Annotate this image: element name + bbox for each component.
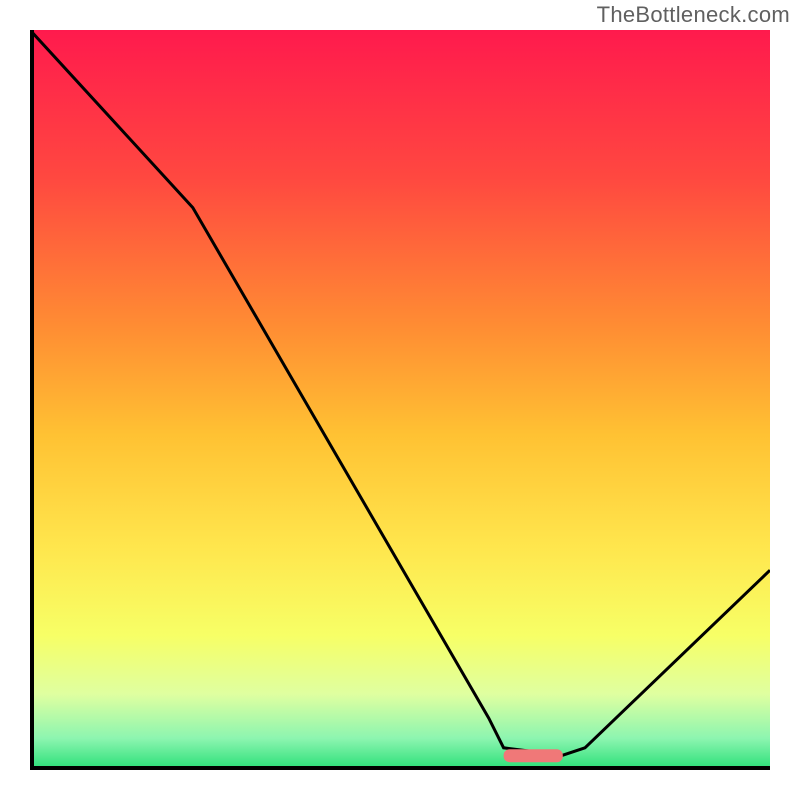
optimum-marker	[504, 749, 563, 762]
gradient-background	[32, 30, 770, 768]
bottleneck-chart	[30, 30, 770, 770]
watermark-text: TheBottleneck.com	[597, 2, 790, 28]
chart-container: TheBottleneck.com	[0, 0, 800, 800]
